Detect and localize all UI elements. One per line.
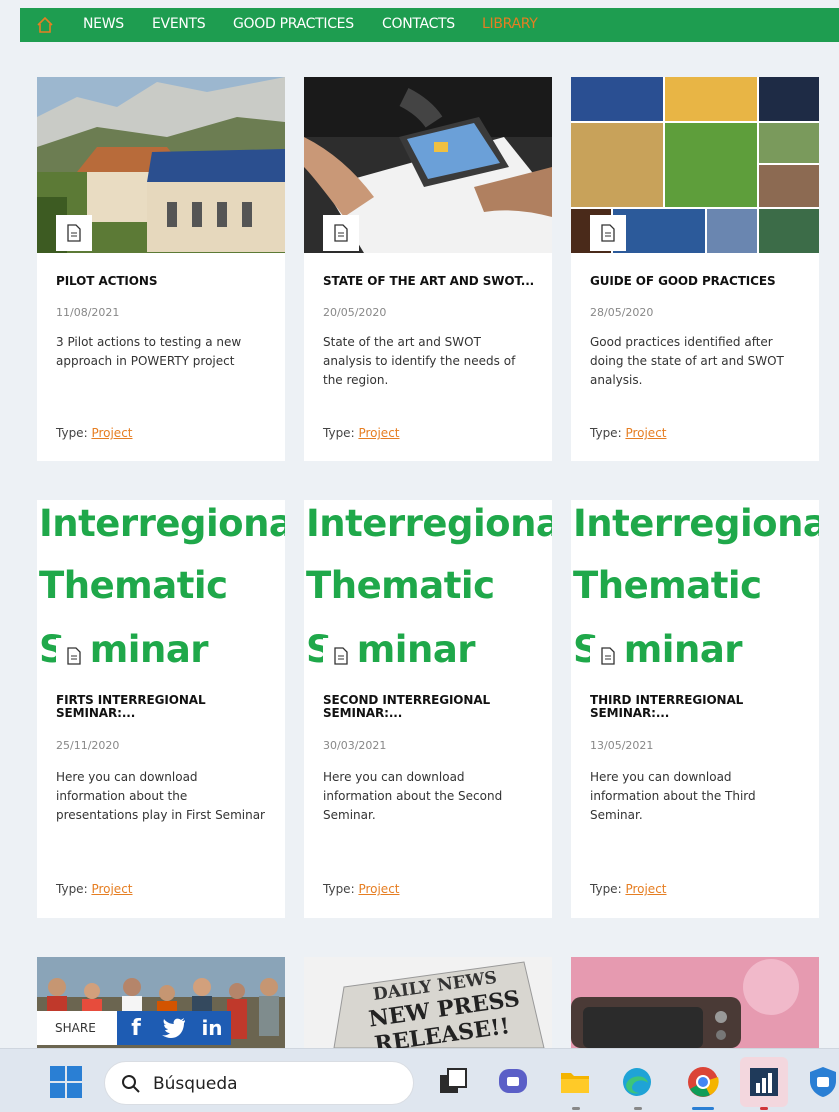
card-press-release[interactable]: DAILY NEWS NEW PRESS RELEASE!! xyxy=(304,957,552,1048)
card-image[interactable]: DAILY NEWS NEW PRESS RELEASE!! xyxy=(304,957,552,1048)
nav-contacts[interactable]: CONTACTS xyxy=(382,8,455,42)
type-label: Type: xyxy=(590,882,622,896)
card-state-of-the-art[interactable]: STATE OF THE ART AND SWOT... 20/05/2020 … xyxy=(304,77,552,461)
card-title[interactable]: THIRD INTERREGIONAL SEMINAR:... xyxy=(590,694,790,720)
document-icon xyxy=(590,638,626,674)
type-label: Type: xyxy=(56,882,88,896)
document-icon xyxy=(323,215,359,251)
chat-icon[interactable] xyxy=(496,1065,530,1099)
card-description: State of the art and SWOT analysis to id… xyxy=(323,335,516,387)
type-link[interactable]: Project xyxy=(358,426,399,440)
card-title[interactable]: GUIDE OF GOOD PRACTICES xyxy=(590,275,776,288)
nav-library[interactable]: LIBRARY xyxy=(482,8,538,42)
card-third-seminar[interactable]: Interregiona Thematic Seminar THIRD INTE… xyxy=(571,500,819,918)
card-description: Here you can download information about … xyxy=(56,770,265,822)
top-nav: NEWS EVENTS GOOD PRACTICES CONTACTS LIBR… xyxy=(20,8,839,42)
card-title[interactable]: PILOT ACTIONS xyxy=(56,275,157,288)
windows-start-icon[interactable] xyxy=(49,1065,83,1099)
card-pilot-actions[interactable]: PILOT ACTIONS 11/08/2021 3 Pilot actions… xyxy=(37,77,285,461)
facebook-icon[interactable]: f xyxy=(117,1011,155,1045)
type-link[interactable]: Project xyxy=(358,882,399,896)
edge-icon[interactable] xyxy=(620,1065,654,1099)
twitter-icon[interactable] xyxy=(155,1011,193,1045)
card-type: Type: Project xyxy=(323,426,400,440)
chrome-indicator xyxy=(692,1107,714,1110)
card-type: Type: Project xyxy=(323,882,400,896)
card-type: Type: Project xyxy=(590,426,667,440)
type-link[interactable]: Project xyxy=(91,882,132,896)
type-label: Type: xyxy=(56,426,88,440)
card-title[interactable]: SECOND INTERREGIONAL SEMINAR:... xyxy=(323,694,523,720)
card-image[interactable] xyxy=(571,957,819,1048)
card-date: 11/08/2021 xyxy=(56,306,120,319)
card-date: 13/05/2021 xyxy=(590,739,654,752)
card-title[interactable]: FIRTS INTERREGIONAL SEMINAR:... xyxy=(56,694,256,720)
file-explorer-icon[interactable] xyxy=(558,1065,592,1099)
share-bar: SHARE f in xyxy=(37,1011,231,1045)
nav-good-practices[interactable]: GOOD PRACTICES xyxy=(233,8,354,42)
search-input[interactable]: Búsqueda xyxy=(104,1061,414,1105)
card-type: Type: Project xyxy=(56,426,133,440)
search-icon xyxy=(122,1075,140,1093)
home-icon[interactable] xyxy=(36,16,54,34)
type-label: Type: xyxy=(323,426,355,440)
card-description: 3 Pilot actions to testing a new approac… xyxy=(56,335,242,368)
card-retro-tv[interactable] xyxy=(571,957,819,1048)
card-date: 30/03/2021 xyxy=(323,739,387,752)
card-date: 25/11/2020 xyxy=(56,739,120,752)
explorer-indicator xyxy=(572,1107,580,1110)
share-label: SHARE xyxy=(37,1011,117,1045)
card-description: Good practices identified after doing th… xyxy=(590,335,784,387)
card-first-seminar[interactable]: Interregiona Thematic Seminar FIRTS INTE… xyxy=(37,500,285,918)
task-view-icon[interactable] xyxy=(436,1065,470,1099)
type-label: Type: xyxy=(323,882,355,896)
nav-events[interactable]: EVENTS xyxy=(152,8,206,42)
card-description: Here you can download information about … xyxy=(590,770,756,822)
linkedin-icon[interactable]: in xyxy=(193,1011,231,1045)
card-date: 20/05/2020 xyxy=(323,306,387,319)
document-icon xyxy=(323,638,359,674)
document-icon xyxy=(56,215,92,251)
card-guide-good-practices[interactable]: GUIDE OF GOOD PRACTICES 28/05/2020 Good … xyxy=(571,77,819,461)
nav-news[interactable]: NEWS xyxy=(83,8,124,42)
power-bi-indicator xyxy=(760,1107,768,1110)
type-link[interactable]: Project xyxy=(625,426,666,440)
type-link[interactable]: Project xyxy=(91,426,132,440)
card-date: 28/05/2020 xyxy=(590,306,654,319)
card-type: Type: Project xyxy=(56,882,133,896)
card-description: Here you can download information about … xyxy=(323,770,503,822)
document-icon xyxy=(56,638,92,674)
type-label: Type: xyxy=(590,426,622,440)
card-second-seminar[interactable]: Interregiona Thematic Seminar SECOND INT… xyxy=(304,500,552,918)
windows-taskbar: Búsqueda xyxy=(0,1048,839,1112)
card-title[interactable]: STATE OF THE ART AND SWOT... xyxy=(323,275,534,288)
security-icon[interactable] xyxy=(806,1065,839,1099)
search-placeholder: Búsqueda xyxy=(153,1074,238,1094)
type-link[interactable]: Project xyxy=(625,882,666,896)
edge-indicator xyxy=(634,1107,642,1110)
power-bi-icon[interactable] xyxy=(747,1065,781,1099)
document-icon xyxy=(590,215,626,251)
card-type: Type: Project xyxy=(590,882,667,896)
chrome-icon[interactable] xyxy=(686,1065,720,1099)
